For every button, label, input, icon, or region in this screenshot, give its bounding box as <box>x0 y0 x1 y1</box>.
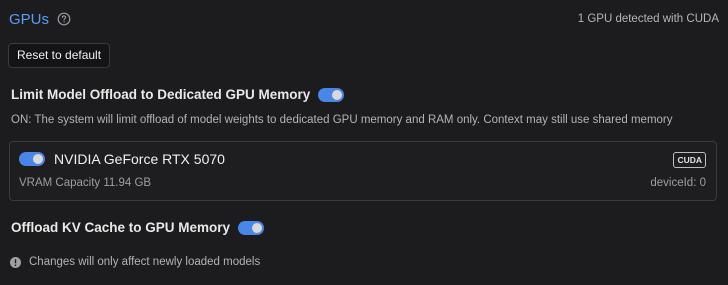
gpu-settings-panel: GPUs 1 GPU detected with CUDA Reset to d… <box>0 0 728 285</box>
device-id: deviceId: 0 <box>650 177 706 189</box>
toggle-knob <box>33 154 43 164</box>
changes-notice: Changes will only affect newly loaded mo… <box>10 256 260 268</box>
limit-offload-setting: Limit Model Offload to Dedicated GPU Mem… <box>11 87 345 102</box>
gpu-section-header: GPUs 1 GPU detected with CUDA <box>9 9 719 29</box>
kv-cache-toggle[interactable] <box>238 220 265 235</box>
kv-cache-label: Offload KV Cache to GPU Memory <box>11 220 231 235</box>
kv-cache-setting: Offload KV Cache to GPU Memory <box>11 220 265 235</box>
limit-offload-toggle[interactable] <box>318 87 345 102</box>
limit-offload-label: Limit Model Offload to Dedicated GPU Mem… <box>11 87 311 102</box>
toggle-knob <box>252 222 263 233</box>
vram-capacity: VRAM Capacity 11.94 GB <box>19 177 152 189</box>
reset-to-default-button[interactable]: Reset to default <box>8 43 111 68</box>
section-title: GPUs <box>9 10 50 28</box>
gpu-name: NVIDIA GeForce RTX 5070 <box>54 151 225 167</box>
cuda-badge: CUDA <box>673 152 706 168</box>
gpu-count-status: 1 GPU detected with CUDA <box>577 13 719 25</box>
help-icon[interactable] <box>57 12 71 26</box>
limit-offload-description: ON: The system will limit offload of mod… <box>11 114 673 126</box>
gpu-enable-toggle[interactable] <box>19 152 45 166</box>
info-circle-icon <box>10 256 21 268</box>
toggle-knob <box>332 89 343 100</box>
gpu-card: NVIDIA GeForce RTX 5070 CUDA VRAM Capaci… <box>9 141 717 201</box>
notice-text: Changes will only affect newly loaded mo… <box>29 256 261 268</box>
